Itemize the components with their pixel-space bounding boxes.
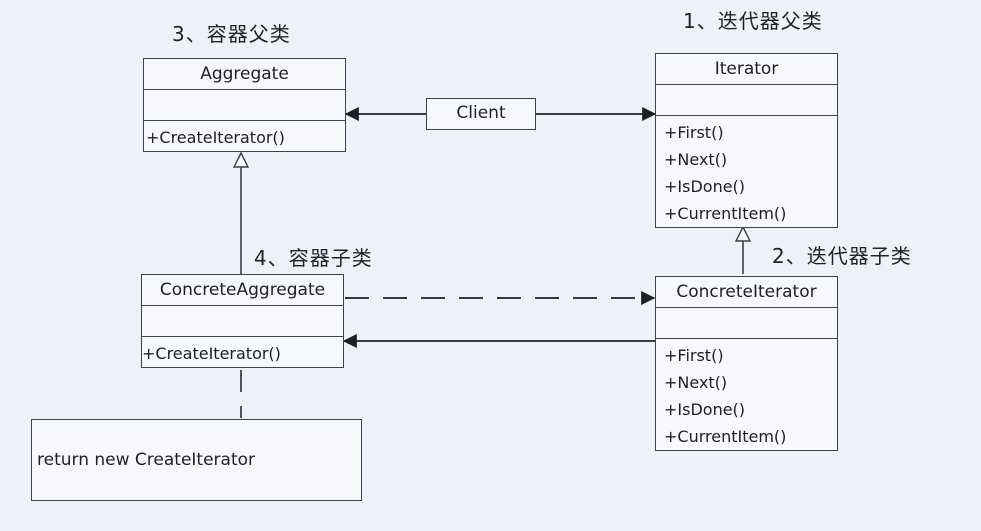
aggregate-class: Aggregate +CreateIterator()	[143, 58, 346, 152]
concrete-iterator-operations: +First() +Next() +IsDone() +CurrentItem(…	[656, 339, 837, 450]
iterator-class-name: Iterator	[656, 54, 837, 85]
operation-create-iterator: +CreateIterator()	[142, 344, 281, 363]
iterator-generalization-arrowhead	[734, 225, 752, 242]
concrete-aggregate-operations: +CreateIterator()	[142, 337, 343, 367]
aggregate-child-annotation: 4、容器子类	[254, 246, 373, 270]
client-class: Client	[426, 98, 536, 130]
aggregate-parent-annotation: 3、容器父类	[172, 22, 291, 46]
iterator-class: Iterator +First() +Next() +IsDone() +Cur…	[655, 53, 838, 228]
operation-current-item: +CurrentItem()	[664, 204, 787, 223]
implementation-note: return new CreateIterator	[31, 419, 362, 501]
concrete-aggregate-class-name: ConcreteAggregate	[142, 275, 343, 306]
iterator-parent-annotation: 1、迭代器父类	[683, 9, 823, 33]
operation-current-item: +CurrentItem()	[664, 427, 787, 446]
iterator-attributes	[656, 85, 837, 116]
aggregate-generalization-arrowhead	[232, 151, 250, 168]
concrete-iterator-class-name: ConcreteIterator	[656, 277, 837, 308]
operation-first: +First()	[664, 346, 724, 365]
operation-create-iterator: +CreateIterator()	[146, 128, 285, 147]
aggregate-operations: +CreateIterator()	[144, 121, 345, 151]
iterator-operations: +First() +Next() +IsDone() +CurrentItem(…	[656, 116, 837, 227]
concrete-iterator-class: ConcreteIterator +First() +Next() +IsDon…	[655, 276, 838, 451]
operation-next: +Next()	[664, 150, 728, 169]
concrete-aggregate-attributes	[142, 306, 343, 337]
aggregate-class-name: Aggregate	[144, 59, 345, 90]
operation-first: +First()	[664, 123, 724, 142]
iterator-child-annotation: 2、迭代器子类	[772, 244, 912, 268]
concrete-aggregate-class: ConcreteAggregate +CreateIterator()	[141, 274, 344, 368]
note-text: return new CreateIterator	[37, 450, 256, 470]
concrete-iterator-attributes	[656, 308, 837, 339]
operation-next: +Next()	[664, 373, 728, 392]
operation-is-done: +IsDone()	[664, 177, 746, 196]
aggregate-attributes	[144, 90, 345, 121]
operation-is-done: +IsDone()	[664, 400, 746, 419]
